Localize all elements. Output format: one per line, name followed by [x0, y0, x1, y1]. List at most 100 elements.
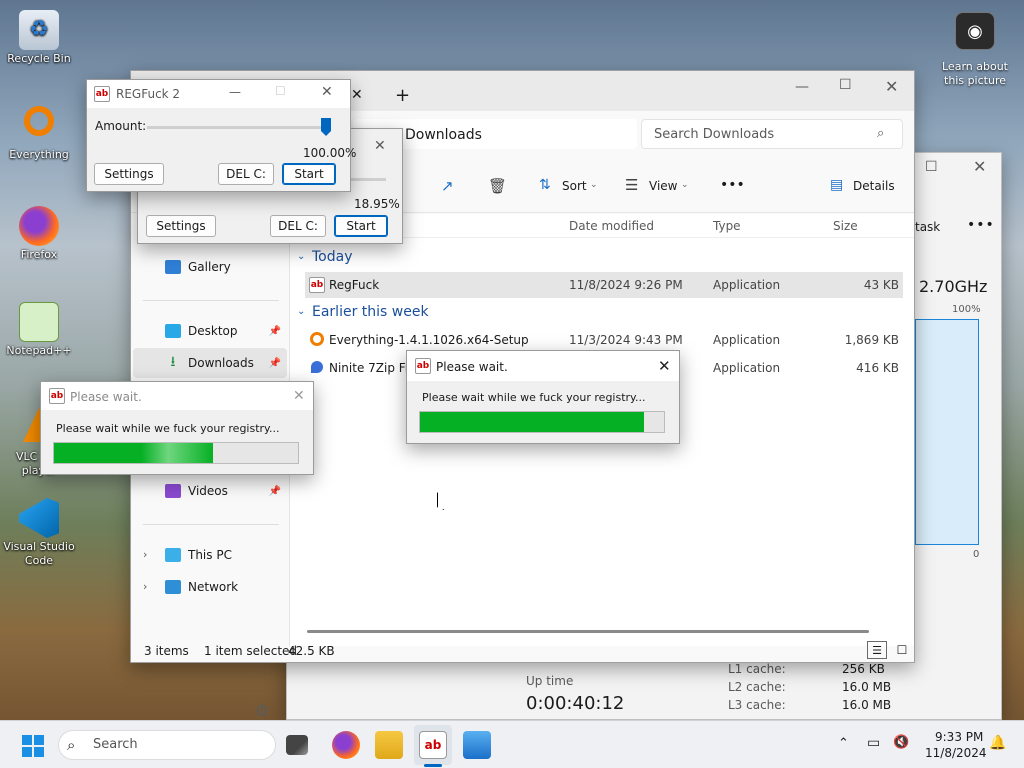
table-row[interactable]: ab RegFuck 11/8/2024 9:26 PM Application…: [305, 272, 903, 298]
close-icon[interactable]: ✕: [973, 157, 986, 176]
nav-item-downloads[interactable]: ⭳ Downloads 📌: [133, 348, 287, 378]
nav-item-desktop[interactable]: Desktop 📌: [133, 316, 287, 346]
column-date-modified[interactable]: Date modified: [569, 219, 654, 233]
chevron-down-icon: ⌄: [590, 180, 598, 190]
cache-value: 256 KB: [842, 662, 885, 676]
del-c-button[interactable]: DEL C:: [270, 215, 326, 237]
maximize-icon[interactable]: ☐: [925, 159, 938, 175]
amount-label: Amount:: [95, 119, 147, 133]
please-wait-dialog-left[interactable]: ab Please wait. ✕ Please wait while we f…: [40, 381, 314, 475]
pin-icon[interactable]: 📌: [269, 486, 281, 497]
desktop-icon-label: Everything: [9, 148, 69, 161]
start-button[interactable]: Start: [282, 163, 336, 185]
more-options-button[interactable]: •••: [720, 177, 745, 193]
slider-thumb[interactable]: [321, 118, 331, 136]
cache-label: L2 cache:: [728, 680, 786, 694]
close-icon[interactable]: ✕: [374, 138, 386, 154]
tiles-view-icon[interactable]: ☐: [893, 641, 911, 659]
close-icon[interactable]: ✕: [658, 357, 671, 375]
start-windows-icon[interactable]: [22, 735, 44, 757]
computer-icon: [165, 548, 181, 562]
dialog-title: Please wait.: [436, 360, 508, 374]
close-icon[interactable]: ✕: [885, 77, 898, 96]
delete-icon[interactable]: 🗑: [488, 177, 507, 195]
search-input[interactable]: Search Downloads: [654, 127, 774, 142]
clock-time[interactable]: 9:33 PM: [935, 730, 983, 744]
chevron-down-icon: ⌄: [681, 180, 689, 190]
minimize-icon[interactable]: —: [795, 79, 809, 95]
file-explorer-taskbar-icon[interactable]: [375, 731, 403, 759]
notification-bell-icon[interactable]: 🔔: [989, 735, 1006, 751]
details-view-icon[interactable]: ☰: [867, 641, 887, 659]
desktop-icon-label: Visual Studio Code: [3, 540, 75, 567]
cache-value: 16.0 MB: [842, 698, 892, 712]
desktop-icon-everything[interactable]: Everything: [0, 104, 78, 162]
pin-icon[interactable]: 📌: [269, 326, 281, 337]
more-icon[interactable]: •••: [967, 217, 995, 233]
del-c-button[interactable]: DEL C:: [218, 163, 274, 185]
minimize-icon[interactable]: —: [229, 85, 241, 99]
settings-gear-icon[interactable]: ⚙: [255, 701, 269, 720]
firefox-taskbar-icon[interactable]: [332, 731, 360, 759]
search-icon[interactable]: ⌕: [877, 126, 884, 141]
nav-item-network[interactable]: Network: [133, 572, 287, 602]
group-header-today[interactable]: Today: [312, 249, 353, 265]
group-chevron-icon[interactable]: ⌄: [297, 251, 305, 262]
breadcrumb[interactable]: Downloads: [405, 127, 482, 143]
desktop-icon-label: Recycle Bin: [7, 52, 71, 65]
app-icon: ab: [94, 86, 110, 102]
task-manager-taskbar-icon[interactable]: [463, 731, 491, 759]
desktop-icon-label: Firefox: [20, 248, 58, 261]
graph-top-percent: 100%: [952, 304, 981, 315]
tab-close-icon[interactable]: ✕: [351, 87, 363, 103]
sort-icon[interactable]: ⇅: [539, 177, 551, 193]
regfuck-window[interactable]: ab REGFuck 2 — ☐ ✕ Amount: 100.00% Setti…: [86, 79, 356, 192]
taskmgr-tab[interactable]: task: [915, 220, 940, 234]
chevron-up-icon[interactable]: ⌃: [838, 736, 849, 751]
task-view-icon[interactable]: [286, 735, 308, 755]
desktop-icon-notepadpp[interactable]: Notepad++: [0, 302, 78, 358]
nav-item-this-pc[interactable]: This PC: [133, 540, 287, 570]
column-type[interactable]: Type: [713, 219, 741, 233]
taskbar-search[interactable]: [58, 730, 276, 760]
maximize-icon[interactable]: ☐: [839, 77, 852, 93]
column-size[interactable]: Size: [833, 219, 858, 233]
share-icon[interactable]: ↗: [441, 177, 454, 195]
nav-item-gallery[interactable]: Gallery: [133, 252, 287, 282]
pin-icon[interactable]: 📌: [269, 358, 281, 369]
new-tab-button[interactable]: +: [395, 85, 410, 106]
close-icon[interactable]: ✕: [293, 388, 305, 404]
taskbar-search-label[interactable]: Search: [93, 737, 138, 752]
start-button[interactable]: Start: [334, 215, 388, 237]
desktop-icon: [165, 324, 181, 338]
sort-button[interactable]: Sort: [562, 179, 587, 193]
regfuck-taskbar-icon[interactable]: ab: [419, 731, 447, 759]
volume-muted-icon[interactable]: 🔇: [893, 735, 909, 750]
app-icon: ab: [415, 358, 431, 374]
nav-divider: [143, 524, 279, 525]
group-chevron-icon[interactable]: ⌄: [297, 306, 305, 317]
status-selected: 1 item selected: [204, 644, 298, 658]
details-button[interactable]: Details: [853, 179, 895, 193]
please-wait-dialog-center[interactable]: ab Please wait. ✕ Please wait while we f…: [406, 350, 680, 444]
settings-button[interactable]: Settings: [146, 215, 216, 237]
horizontal-scrollbar[interactable]: [307, 630, 869, 633]
file-name: Everything-1.4.1.1026.x64-Setup: [329, 333, 529, 347]
clock-date[interactable]: 11/8/2024: [925, 746, 987, 760]
desktop-icon-recycle-bin[interactable]: ♻ Recycle Bin: [0, 10, 78, 66]
spotlight-icon[interactable]: ◉: [955, 12, 995, 50]
view-icon[interactable]: ☰: [625, 176, 638, 194]
spotlight-label[interactable]: Learn about this picture: [936, 60, 1014, 88]
close-icon[interactable]: ✕: [321, 84, 333, 100]
amount-slider[interactable]: [147, 118, 331, 140]
details-icon[interactable]: ▤: [830, 177, 843, 193]
file-size: 43 KB: [863, 278, 899, 292]
network-status-icon[interactable]: ▭: [867, 735, 880, 751]
group-header-earlier[interactable]: Earlier this week: [312, 304, 429, 320]
nav-item-videos[interactable]: Videos 📌: [133, 476, 287, 506]
desktop-icon-firefox[interactable]: Firefox: [0, 206, 78, 262]
desktop-icon-vscode[interactable]: Visual Studio Code: [0, 498, 78, 568]
settings-button[interactable]: Settings: [94, 163, 164, 185]
view-button[interactable]: View: [649, 179, 677, 193]
file-size: 1,869 KB: [844, 333, 899, 347]
